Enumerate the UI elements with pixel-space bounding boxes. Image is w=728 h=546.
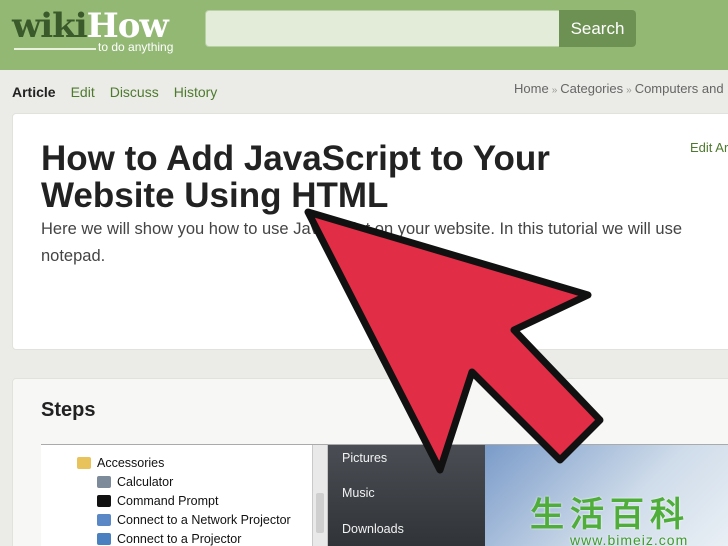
menu-item-label: Command Prompt bbox=[117, 493, 219, 508]
page-title: How to Add JavaScript to Your Website Us… bbox=[41, 139, 550, 215]
start-item-pictures: Pictures bbox=[342, 451, 388, 465]
breadcrumb-separator: » bbox=[626, 85, 632, 96]
breadcrumb-separator: » bbox=[551, 85, 558, 96]
menu-item-label: Accessories bbox=[97, 455, 165, 470]
watermark-chars: 生活百科 bbox=[530, 496, 690, 534]
scrollbar-thumb bbox=[316, 493, 324, 533]
menu-item-calculator: Calculator bbox=[97, 472, 173, 491]
breadcrumb-categories[interactable]: Categories bbox=[560, 81, 623, 96]
menu-item-accessories: Accessories bbox=[77, 453, 164, 472]
menu-item-label: Connect to a Network Projector bbox=[117, 512, 291, 527]
site-header: wikiHow to do anything Search bbox=[0, 0, 728, 70]
search-input[interactable] bbox=[205, 10, 560, 47]
wikihow-logo[interactable]: wikiHow to do anything bbox=[12, 6, 173, 54]
menu-scrollbar bbox=[313, 445, 328, 546]
projector-icon bbox=[97, 513, 111, 526]
tab-article[interactable]: Article bbox=[12, 84, 56, 100]
logo-underline bbox=[14, 48, 96, 50]
start-menu-right-pane: Pictures Music Downloads bbox=[328, 445, 485, 546]
start-item-downloads: Downloads bbox=[342, 522, 404, 536]
menu-item-label: Connect to a Projector bbox=[117, 531, 242, 546]
folder-icon bbox=[77, 456, 91, 469]
article-tabs: Article Edit Discuss History bbox=[12, 84, 217, 100]
search-button[interactable]: Search bbox=[559, 10, 636, 47]
steps-heading: Steps bbox=[41, 399, 96, 421]
tab-history[interactable]: History bbox=[174, 84, 218, 100]
article-intro: Here we will show you how to use JavaScr… bbox=[41, 220, 683, 265]
monitor-icon bbox=[97, 532, 111, 545]
watermark: 生活百科 www.bimeiz.com bbox=[530, 487, 720, 546]
programs-menu: Accessories Calculator Command Prompt Co… bbox=[41, 445, 313, 546]
breadcrumb-home[interactable]: Home bbox=[514, 81, 549, 96]
logo-wiki-text: wiki bbox=[12, 6, 88, 46]
breadcrumb: Home» Categories» Computers and E bbox=[514, 81, 728, 96]
terminal-icon bbox=[97, 494, 111, 507]
breadcrumb-computers[interactable]: Computers and E bbox=[635, 81, 728, 96]
menu-item-command-prompt: Command Prompt bbox=[97, 491, 218, 510]
start-item-music: Music bbox=[342, 486, 375, 500]
tab-discuss[interactable]: Discuss bbox=[110, 84, 159, 100]
logo-tagline: to do anything bbox=[98, 40, 174, 54]
calculator-icon bbox=[97, 475, 111, 488]
edit-article-link[interactable]: Edit Ar bbox=[690, 140, 728, 155]
tab-edit[interactable]: Edit bbox=[71, 84, 95, 100]
menu-item-projector: Connect to a Projector bbox=[97, 529, 241, 546]
menu-item-network-projector: Connect to a Network Projector bbox=[97, 510, 291, 529]
menu-item-label: Calculator bbox=[117, 474, 174, 489]
